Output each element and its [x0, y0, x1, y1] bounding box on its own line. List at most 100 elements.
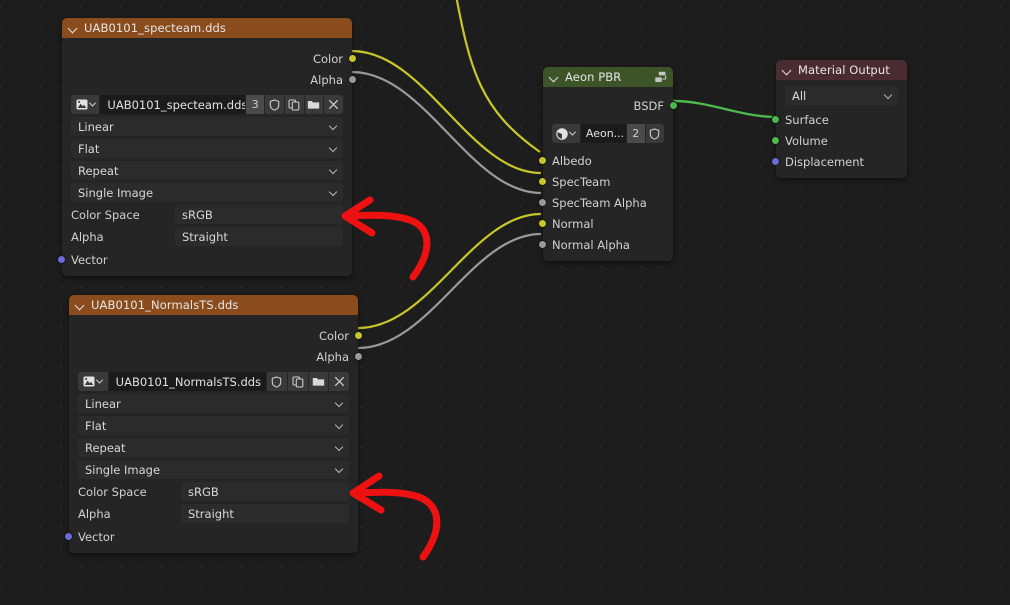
property-value-dropdown[interactable]: Straight — [175, 227, 343, 246]
socket-dot-color[interactable] — [354, 331, 363, 340]
dropdown-source[interactable]: Single Image — [71, 183, 343, 202]
property-label: Alpha — [78, 506, 111, 521]
input-socket-vector[interactable]: Vector — [57, 249, 352, 270]
duplicate-icon[interactable] — [284, 95, 304, 114]
node-header[interactable]: UAB0101_NormalsTS.dds — [69, 295, 358, 315]
dropdown-value: Repeat — [78, 163, 119, 178]
input-socket-surface[interactable]: Surface — [771, 109, 907, 130]
duplicate-icon[interactable] — [287, 372, 308, 391]
output-socket-color[interactable]: Color — [69, 325, 363, 346]
dropdown-extension[interactable]: Repeat — [71, 161, 343, 180]
dropdown-projection[interactable]: Flat — [71, 139, 343, 158]
socket-dot-normal-alpha[interactable] — [538, 240, 547, 249]
chevron-down-icon — [334, 420, 344, 429]
input-socket-volume[interactable]: Volume — [771, 130, 907, 151]
output-socket-bsdf[interactable]: BSDF — [543, 95, 678, 116]
shield-icon[interactable] — [645, 124, 665, 143]
socket-dot-alpha[interactable] — [354, 352, 363, 361]
property-alpha: Alpha Straight — [69, 504, 358, 523]
shield-icon[interactable] — [265, 95, 284, 114]
node-group-name-field[interactable]: Aeon... — [580, 124, 626, 143]
socket-dot-specteam-alpha[interactable] — [538, 198, 547, 207]
node-header[interactable]: Material Output — [776, 60, 907, 80]
dropdown-extension[interactable]: Repeat — [78, 438, 349, 457]
dropdown-value: Flat — [78, 141, 100, 156]
close-icon[interactable] — [329, 372, 350, 391]
folder-icon[interactable] — [304, 95, 324, 114]
input-socket-vector[interactable]: Vector — [64, 526, 358, 547]
output-socket-alpha[interactable]: Alpha — [62, 69, 357, 90]
image-datablock-selector[interactable]: UAB0101_specteam.dds 3 — [71, 95, 343, 114]
node-image-texture-specteam[interactable]: UAB0101_specteam.dds Color Alpha UAB0101… — [57, 18, 357, 276]
socket-dot-vector[interactable] — [57, 255, 66, 264]
node-material-output[interactable]: Material Output All Surface Volume Displ… — [771, 60, 907, 178]
image-user-count[interactable]: 3 — [246, 95, 265, 114]
socket-dot-volume[interactable] — [771, 136, 780, 145]
dropdown-value: Single Image — [85, 462, 161, 477]
dropdown-target[interactable]: All — [785, 86, 898, 105]
dropdown-interpolation-wrap: Linear — [69, 394, 358, 413]
link-specteam-color-to-specteam — [351, 49, 542, 175]
node-header[interactable]: Aeon PBR — [543, 67, 673, 87]
socket-dot-surface[interactable] — [771, 115, 780, 124]
input-socket-normal[interactable]: Normal — [538, 213, 673, 234]
chevron-down-icon — [334, 464, 344, 473]
dropdown-target-wrap: All — [776, 86, 907, 105]
property-label: Color Space — [71, 207, 140, 222]
dropdown-value: All — [792, 88, 807, 103]
output-socket-color[interactable]: Color — [62, 48, 357, 69]
dropdown-source-wrap: Single Image — [69, 460, 358, 479]
node-image-texture-normalsts[interactable]: UAB0101_NormalsTS.dds Color Alpha UAB010… — [64, 295, 363, 553]
shield-icon[interactable] — [267, 372, 287, 391]
node-editor-canvas[interactable]: UAB0101_specteam.dds Color Alpha UAB0101… — [0, 0, 1010, 605]
chevron-down-icon[interactable] — [75, 299, 87, 311]
node-tree-browse-icon[interactable] — [552, 124, 580, 143]
property-value-dropdown[interactable]: sRGB — [175, 205, 343, 224]
node-group-user-count[interactable]: 2 — [626, 124, 645, 143]
node-body: All Surface Volume Displacement — [771, 86, 907, 178]
image-browse-icon[interactable] — [71, 95, 100, 114]
socket-dot-bsdf[interactable] — [669, 101, 678, 110]
node-group-datablock-selector[interactable]: Aeon... 2 — [552, 124, 665, 143]
folder-icon[interactable] — [308, 372, 329, 391]
dropdown-interpolation[interactable]: Linear — [71, 117, 343, 136]
chevron-down-icon — [883, 90, 893, 99]
property-value: sRGB — [188, 484, 219, 499]
image-browse-icon[interactable] — [78, 372, 108, 391]
link-offscreen-to-albedo — [455, 0, 541, 153]
input-socket-specteam[interactable]: SpecTeam — [538, 171, 673, 192]
dropdown-value: Flat — [85, 418, 107, 433]
image-name-field[interactable]: UAB0101_NormalsTS.dds — [108, 372, 267, 391]
socket-dot-alpha[interactable] — [348, 75, 357, 84]
dropdown-value: Repeat — [85, 440, 126, 455]
chevron-down-icon — [569, 128, 577, 136]
property-value-dropdown[interactable]: Straight — [181, 504, 349, 523]
image-datablock-selector[interactable]: UAB0101_NormalsTS.dds — [78, 372, 350, 391]
input-socket-specteam-alpha[interactable]: SpecTeam Alpha — [538, 192, 673, 213]
input-socket-albedo[interactable]: Albedo — [538, 150, 673, 171]
dropdown-value: Linear — [85, 396, 121, 411]
dropdown-source[interactable]: Single Image — [78, 460, 349, 479]
chevron-down-icon[interactable] — [782, 64, 794, 76]
socket-dot-displacement[interactable] — [771, 157, 780, 166]
chevron-down-icon[interactable] — [68, 22, 80, 34]
chevron-down-icon — [88, 99, 96, 107]
node-group-aeon-pbr[interactable]: Aeon PBR BSDF Aeon... 2 Albedo SpecTeam … — [538, 67, 678, 261]
chevron-down-icon — [328, 165, 338, 174]
dropdown-projection-wrap: Flat — [69, 416, 358, 435]
socket-dot-vector[interactable] — [64, 532, 73, 541]
input-socket-normal-alpha[interactable]: Normal Alpha — [538, 234, 673, 255]
socket-dot-normal[interactable] — [538, 219, 547, 228]
chevron-down-icon[interactable] — [549, 71, 561, 83]
input-socket-displacement[interactable]: Displacement — [771, 151, 907, 172]
dropdown-projection[interactable]: Flat — [78, 416, 349, 435]
node-header[interactable]: UAB0101_specteam.dds — [62, 18, 352, 38]
socket-dot-albedo[interactable] — [538, 156, 547, 165]
image-name-field[interactable]: UAB0101_specteam.dds — [100, 95, 246, 114]
property-value-dropdown[interactable]: sRGB — [181, 482, 349, 501]
socket-dot-specteam[interactable] — [538, 177, 547, 186]
close-icon[interactable] — [324, 95, 343, 114]
output-socket-alpha[interactable]: Alpha — [69, 346, 363, 367]
socket-dot-color[interactable] — [348, 54, 357, 63]
dropdown-interpolation[interactable]: Linear — [78, 394, 349, 413]
